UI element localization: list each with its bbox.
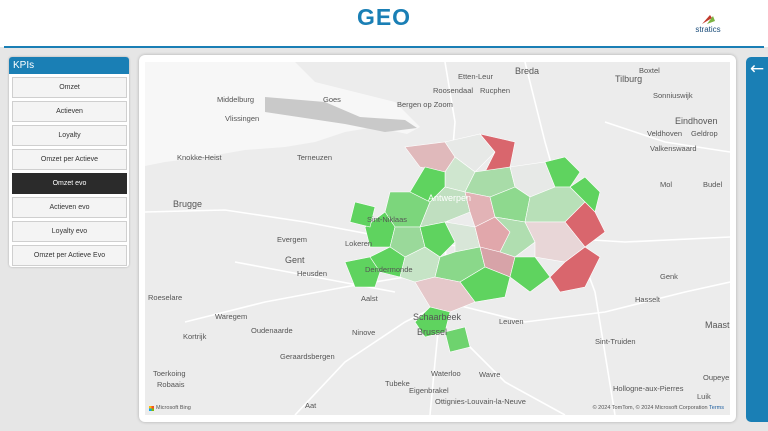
page-title: GEO [356, 4, 412, 30]
place-label: Evergem [277, 235, 308, 244]
place-label: Boxtel [639, 66, 660, 75]
place-label: Aat [305, 401, 317, 410]
logo-text: stratics [695, 25, 721, 34]
place-label: Toerkoing [153, 369, 186, 378]
place-label: Eindhoven [675, 116, 718, 126]
logo-mark-icon [702, 15, 715, 24]
place-label: Genk [660, 272, 678, 281]
place-label: Leuven [499, 317, 524, 326]
place-label: Terneuzen [297, 153, 333, 162]
map-provider: Microsoft Bing [156, 405, 191, 411]
place-label: Middelburg [217, 95, 255, 104]
place-label: Ninove [352, 328, 376, 337]
kpi-item-omzet[interactable]: Omzet [12, 77, 127, 98]
place-label: Luik [697, 392, 711, 401]
stratics-logo: stratics [688, 12, 728, 36]
kpi-list: Omzet Actieven Loyalty Omzet per Actieve… [9, 74, 129, 266]
place-label: Robaais [157, 380, 185, 389]
kpi-item-omzet-evo[interactable]: Omzet evo [12, 173, 127, 194]
place-label: Aalst [361, 294, 378, 303]
place-label: Lokeren [345, 239, 373, 248]
map-attribution: © 2024 TomTom, © 2024 Microsoft Corporat… [593, 405, 724, 411]
place-label: Ottignies-Louvain-la-Neuve [435, 397, 526, 406]
place-label: Heusden [297, 269, 328, 278]
place-label: Knokke-Heist [177, 153, 222, 162]
place-label: Sint-Niklaas [367, 215, 408, 224]
place-label: Antwerpen [428, 193, 472, 203]
place-label: Roeselare [148, 293, 183, 302]
place-label: Hollogne-aux-Pierres [613, 384, 684, 393]
place-label: Schaarbeek [413, 312, 462, 322]
place-label: Oudenaarde [251, 326, 293, 335]
place-label: Vlissingen [225, 114, 260, 123]
attribution-text: © 2024 TomTom, © 2024 Microsoft Corporat… [592, 405, 708, 411]
kpi-item-actieven-evo[interactable]: Actieven evo [12, 197, 127, 218]
place-label: Gent [285, 255, 305, 265]
place-label: Kortrijk [183, 332, 207, 341]
kpi-item-actieven[interactable]: Actieven [12, 101, 127, 122]
place-label: Brussel [417, 327, 448, 337]
place-label: Tilburg [615, 74, 643, 84]
microsoft-icon [149, 405, 154, 411]
kpi-panel: KPIs Omzet Actieven Loyalty Omzet per Ac… [9, 57, 129, 267]
place-label: Hasselt [635, 295, 661, 304]
place-label: Roosendaal [433, 86, 474, 95]
place-label: Veldhoven [647, 129, 683, 138]
place-label: Brugge [173, 199, 203, 209]
place-label: Waregem [215, 312, 248, 321]
kpi-item-omzet-per-actieve[interactable]: Omzet per Actieve [12, 149, 127, 170]
bing-logo: Microsoft Bing [149, 405, 191, 411]
map-frame: Breda Tilburg Goes Middelburg Vlissingen… [139, 55, 736, 422]
place-label: Budel [703, 180, 723, 189]
place-label: Tubeke [385, 379, 410, 388]
place-label: Valkenswaard [650, 144, 697, 153]
place-label: Etten-Leur [458, 72, 494, 81]
kpi-item-loyalty[interactable]: Loyalty [12, 125, 127, 146]
header: GEO stratics [0, 0, 768, 47]
place-label: Sonniuswijk [653, 91, 693, 100]
place-label: Geldrop [691, 129, 718, 138]
map-canvas[interactable]: Breda Tilburg Goes Middelburg Vlissingen… [145, 62, 730, 415]
place-label: Oupeye [703, 373, 730, 382]
place-label: Dendermonde [365, 265, 413, 274]
place-label: Wavre [479, 370, 501, 379]
place-label: Waterloo [431, 369, 461, 378]
place-label: Maastricht [705, 320, 730, 330]
place-label: Mol [660, 180, 673, 189]
back-arrow-icon[interactable]: ← [748, 60, 766, 78]
header-divider [4, 46, 764, 48]
kpi-item-omzet-per-actieve-evo[interactable]: Omzet per Actieve Evo [12, 245, 127, 266]
place-label: Breda [515, 66, 540, 76]
terms-link[interactable]: Terms [709, 405, 724, 411]
place-label: Geraardsbergen [280, 352, 335, 361]
kpi-panel-title: KPIs [9, 57, 129, 74]
place-label: Goes [323, 95, 341, 104]
place-label: Sint-Truiden [595, 337, 636, 346]
choropleth-regions [344, 133, 606, 353]
place-label: Eigenbrakel [409, 386, 449, 395]
place-label: Rucphen [480, 86, 511, 95]
right-nav-bar [746, 57, 768, 422]
kpi-item-loyalty-evo[interactable]: Loyalty evo [12, 221, 127, 242]
place-label: Bergen op Zoom [397, 100, 453, 109]
